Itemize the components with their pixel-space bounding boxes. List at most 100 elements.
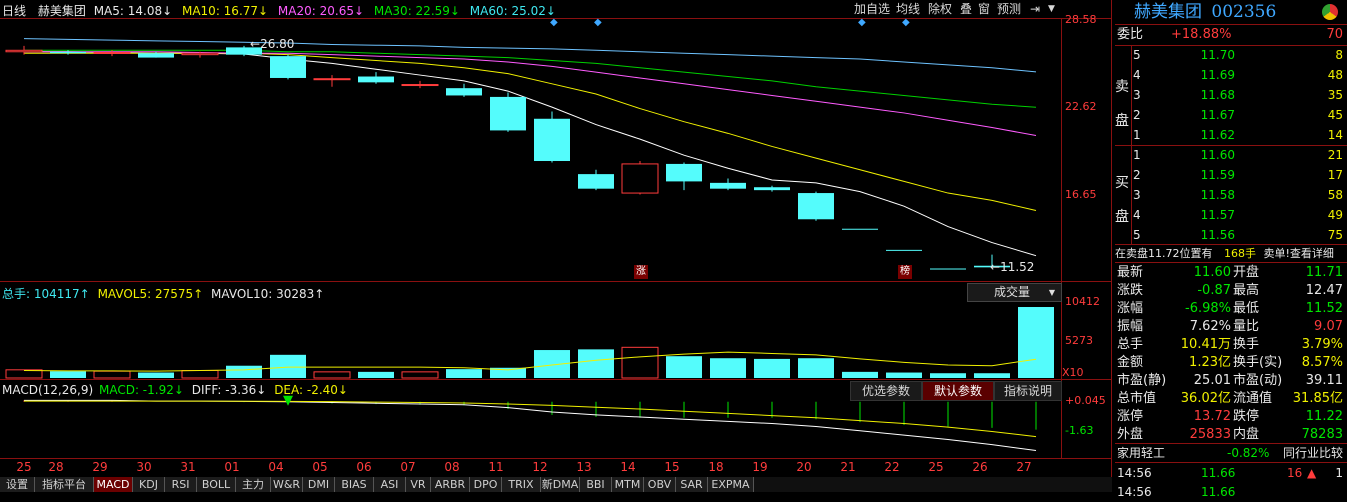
toolbar-exright[interactable]: 除权 bbox=[926, 0, 954, 18]
toolbar-overlay[interactable]: 叠 bbox=[958, 0, 974, 18]
indicator-tab[interactable]: W&R bbox=[271, 477, 303, 492]
price: 11.69 bbox=[1200, 68, 1235, 82]
price-tick: 22.62 bbox=[1065, 100, 1097, 113]
industry-row: 家用轻工 -0.82% 同行业比较 bbox=[1115, 444, 1347, 462]
stat-label: 内盘 bbox=[1233, 427, 1260, 442]
indicator-tab[interactable]: 主力 bbox=[236, 477, 271, 492]
date-tick: 25 bbox=[16, 460, 32, 474]
date-tick: 28 bbox=[48, 460, 64, 474]
buy-level-row[interactable]: 3 11.58 58 bbox=[1131, 186, 1347, 205]
indicator-tab[interactable]: KDJ bbox=[133, 477, 165, 492]
indicator-tab[interactable]: SAR bbox=[676, 477, 708, 492]
tick-row: 14:56 11.66 bbox=[1115, 483, 1347, 502]
indicator-tab[interactable]: BOLL bbox=[197, 477, 236, 492]
industry-compare-link[interactable]: 同行业比较 bbox=[1283, 444, 1343, 462]
date-tick: 05 bbox=[312, 460, 328, 474]
pie-icon[interactable] bbox=[1322, 4, 1338, 20]
weibi-label: 委比 bbox=[1117, 27, 1144, 42]
toolbar-add-favorite[interactable]: 加自选 bbox=[852, 0, 892, 18]
volume-unit: X10 bbox=[1062, 366, 1084, 379]
signal-arrow-icon bbox=[283, 395, 293, 406]
ma5-legend: MA5: 14.08↓ bbox=[93, 4, 173, 18]
indicator-tab[interactable]: BIAS bbox=[335, 477, 374, 492]
date-tick: 14 bbox=[620, 460, 636, 474]
buy-level-row[interactable]: 2 11.59 17 bbox=[1131, 166, 1347, 185]
industry-name: 家用轻工 bbox=[1117, 446, 1166, 460]
ma-line-ma60 bbox=[23, 38, 1037, 73]
indicator-tab[interactable]: 指标平台 bbox=[35, 477, 94, 492]
stat-label: 换手(实) bbox=[1233, 355, 1283, 370]
volume-bar bbox=[754, 358, 790, 378]
indicator-tab[interactable]: OBV bbox=[644, 477, 676, 492]
stat-label: 最新 bbox=[1117, 265, 1144, 280]
volume-bar bbox=[138, 372, 174, 378]
ma-line-ma5 bbox=[24, 51, 1037, 257]
quote-divider bbox=[1115, 462, 1347, 463]
stat-label: 流通值 bbox=[1233, 391, 1273, 406]
tick-flag: 1 bbox=[1335, 466, 1343, 480]
expand-icon[interactable]: ⇥ bbox=[1028, 0, 1042, 18]
stat-label: 总市值 bbox=[1117, 391, 1157, 406]
stat-label: 涨停 bbox=[1117, 409, 1144, 424]
buy-level-row[interactable]: 1 11.60 21 bbox=[1131, 146, 1347, 165]
indicator-tab[interactable]: MACD bbox=[94, 477, 133, 492]
stat-row: 外盘 25833 内盘 78283 bbox=[1115, 425, 1347, 444]
event-diamond-icon[interactable]: ◆ bbox=[594, 17, 602, 28]
macd-chart[interactable] bbox=[0, 380, 1061, 458]
price-tick: 16.65 bbox=[1065, 188, 1097, 201]
indicator-tab[interactable]: DMI bbox=[303, 477, 335, 492]
indicator-tab[interactable]: ARBR bbox=[431, 477, 470, 492]
toolbar-ma[interactable]: 均线 bbox=[894, 0, 922, 18]
date-tick: 08 bbox=[444, 460, 460, 474]
level: 3 bbox=[1133, 88, 1141, 102]
indicator-tab[interactable]: EXPMA bbox=[708, 477, 754, 492]
buy-level-row[interactable]: 4 11.57 49 bbox=[1131, 206, 1347, 225]
event-diamond-icon[interactable]: ◆ bbox=[550, 17, 558, 28]
indicator-tab[interactable]: 新DMA bbox=[541, 477, 580, 492]
indicator-tab[interactable]: MTM bbox=[612, 477, 644, 492]
indicator-tab[interactable]: RSI bbox=[165, 477, 197, 492]
toolbar-forecast[interactable]: 预测 bbox=[995, 0, 1023, 18]
indicator-tab[interactable]: DPO bbox=[470, 477, 502, 492]
price: 11.57 bbox=[1200, 208, 1235, 222]
indicator-tab-bar: 设置 指标平台 MACD KDJ RSI BOLL 主力 W&R DMI BIAS ASI VR ARB… bbox=[0, 477, 1112, 492]
stat-row: 涨跌 -0.87 最高 12.47 bbox=[1115, 281, 1347, 300]
sell-level-row[interactable]: 3 11.68 35 bbox=[1131, 86, 1347, 105]
indicator-tab[interactable]: ASI bbox=[374, 477, 406, 492]
buy-level-row[interactable]: 5 11.56 75 bbox=[1131, 226, 1347, 245]
candlestick-chart[interactable] bbox=[0, 18, 1061, 281]
kline-panel[interactable]: 日线 赫美集团 MA5: 14.08↓ MA10: 16.77↓ MA20: 2… bbox=[0, 0, 1112, 492]
volume-bar bbox=[181, 370, 219, 379]
date-tick: 15 bbox=[664, 460, 680, 474]
stat-label: 总手 bbox=[1117, 337, 1144, 352]
dragon-tiger-badge[interactable]: 榜 bbox=[898, 265, 912, 279]
indicator-tab[interactable]: VR bbox=[406, 477, 431, 492]
volume-bar bbox=[270, 354, 306, 378]
dea-line bbox=[24, 400, 1037, 438]
indicator-tab[interactable]: 设置 bbox=[0, 477, 35, 492]
event-diamond-icon[interactable]: ◆ bbox=[858, 17, 866, 28]
volume-chart[interactable] bbox=[0, 282, 1061, 379]
toolbar-window[interactable]: 窗 bbox=[976, 0, 992, 18]
period-label: 日线 bbox=[2, 4, 27, 18]
indicator-tab[interactable]: BBI bbox=[580, 477, 612, 492]
stat-label: 涨跌 bbox=[1117, 283, 1144, 298]
candle-body bbox=[842, 228, 878, 230]
volume: 49 bbox=[1327, 208, 1343, 222]
volume-bar bbox=[401, 371, 439, 379]
sell-level-row[interactable]: 5 11.70 8 bbox=[1131, 46, 1347, 65]
sell-level-row[interactable]: 1 11.62 14 bbox=[1131, 126, 1347, 145]
event-diamond-icon[interactable]: ◆ bbox=[902, 17, 910, 28]
date-tick: 01 bbox=[224, 460, 240, 474]
notice-detail-link[interactable]: 查看详细 bbox=[1290, 247, 1334, 260]
date-tick: 11 bbox=[488, 460, 504, 474]
price: 11.67 bbox=[1200, 108, 1235, 122]
stat-label: 振幅 bbox=[1117, 319, 1144, 334]
sell-level-row[interactable]: 2 11.67 45 bbox=[1131, 106, 1347, 125]
chevron-down-icon[interactable]: ▼ bbox=[1046, 0, 1057, 18]
candle-body bbox=[401, 84, 439, 87]
sell-level-row[interactable]: 4 11.69 48 bbox=[1131, 66, 1347, 85]
volume-tick: 5273 bbox=[1065, 334, 1093, 347]
limit-up-badge[interactable]: 涨 bbox=[634, 265, 648, 279]
indicator-tab[interactable]: TRIX bbox=[502, 477, 541, 492]
